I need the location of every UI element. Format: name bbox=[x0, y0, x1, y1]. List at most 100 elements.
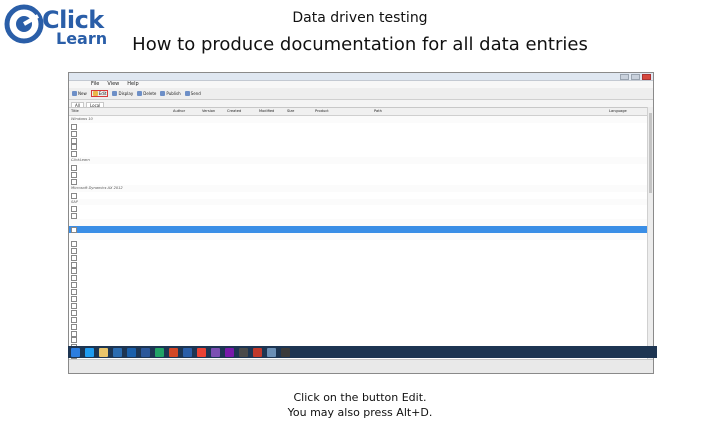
chrome-icon[interactable] bbox=[197, 347, 206, 357]
scrollbar-thumb[interactable] bbox=[649, 113, 652, 193]
table-row[interactable] bbox=[69, 150, 653, 158]
menu-help[interactable]: Help bbox=[127, 81, 138, 88]
powerpoint-icon[interactable] bbox=[169, 347, 178, 357]
new-icon bbox=[72, 91, 77, 96]
word-icon[interactable] bbox=[141, 347, 150, 357]
outlook-icon[interactable] bbox=[127, 347, 136, 357]
table-row[interactable] bbox=[69, 171, 653, 179]
menu-file[interactable]: File bbox=[91, 81, 99, 88]
display-icon bbox=[112, 91, 118, 96]
new-button[interactable]: New bbox=[72, 91, 87, 96]
edit-button-label: Edit bbox=[98, 91, 107, 96]
column-header-version[interactable]: Version bbox=[202, 109, 226, 113]
send-icon bbox=[184, 91, 190, 96]
group-row-label: ClickLearn bbox=[71, 158, 90, 163]
table-row[interactable] bbox=[69, 205, 653, 213]
table-row[interactable] bbox=[69, 137, 653, 144]
send-button[interactable]: Send bbox=[184, 91, 201, 96]
group-row[interactable] bbox=[69, 233, 653, 240]
group-row[interactable]: SAP bbox=[69, 198, 653, 206]
clicklearn-logo-icon bbox=[4, 4, 44, 44]
logo-word-learn: Learn bbox=[56, 29, 108, 48]
vertical-scrollbar[interactable] bbox=[647, 107, 653, 360]
slide-caption: Click on the button Edit. You may also p… bbox=[210, 390, 510, 420]
visual-studio-icon[interactable] bbox=[211, 347, 220, 357]
table-row[interactable] bbox=[69, 302, 653, 309]
group-row[interactable]: Windows 10 bbox=[69, 115, 653, 123]
start-icon[interactable] bbox=[71, 347, 80, 357]
table-row[interactable] bbox=[69, 164, 653, 172]
table-row[interactable] bbox=[69, 330, 653, 337]
column-header-author[interactable]: Author bbox=[173, 109, 201, 113]
clicklearn-icon[interactable] bbox=[183, 347, 192, 357]
menu-view[interactable]: View bbox=[107, 81, 119, 88]
table-row[interactable] bbox=[69, 309, 653, 316]
table-row[interactable] bbox=[69, 178, 653, 185]
media-icon[interactable] bbox=[113, 347, 122, 357]
close-button[interactable] bbox=[642, 74, 651, 80]
delete-button[interactable]: Delete bbox=[137, 91, 156, 96]
send-button-label: Send bbox=[190, 91, 201, 96]
group-row-label: SAP bbox=[71, 199, 78, 204]
group-row-label: Windows 10 bbox=[71, 116, 93, 121]
document-grid: Title Author Version Created Modified Si… bbox=[69, 107, 653, 373]
table-row[interactable] bbox=[69, 123, 653, 130]
table-row[interactable] bbox=[69, 240, 653, 247]
table-row[interactable] bbox=[69, 274, 653, 282]
table-row[interactable] bbox=[69, 288, 653, 296]
table-row[interactable] bbox=[69, 261, 653, 268]
slide-title: Data driven testing bbox=[292, 10, 428, 26]
table-row[interactable] bbox=[69, 212, 653, 220]
column-header-language[interactable]: Language bbox=[609, 109, 647, 113]
table-row[interactable] bbox=[69, 192, 653, 199]
publish-button[interactable]: Publish bbox=[160, 91, 181, 96]
calculator-icon[interactable] bbox=[281, 347, 290, 357]
delete-button-label: Delete bbox=[143, 91, 157, 96]
explorer-icon[interactable] bbox=[99, 347, 108, 357]
edit-button[interactable]: Edit bbox=[90, 90, 109, 97]
caption-line-2: You may also press Alt+D. bbox=[287, 406, 433, 419]
table-row[interactable] bbox=[69, 323, 653, 330]
table-row[interactable] bbox=[69, 247, 653, 254]
grid-rows: Windows 10 ClickLearn Microsoft Dynamics A… bbox=[69, 115, 653, 373]
ie-icon[interactable] bbox=[85, 347, 94, 357]
table-row[interactable] bbox=[69, 295, 653, 303]
onenote-icon[interactable] bbox=[225, 347, 234, 357]
minimize-button[interactable] bbox=[620, 74, 629, 80]
notepad-icon[interactable] bbox=[267, 347, 276, 357]
application-window: File View Help New Edit Display Delete P… bbox=[68, 72, 654, 374]
group-row[interactable] bbox=[69, 219, 653, 227]
column-header-modified[interactable]: Modified bbox=[259, 109, 287, 113]
group-row[interactable]: ClickLearn bbox=[69, 157, 653, 165]
caption-line-1: Click on the button Edit. bbox=[293, 391, 427, 404]
window-controls bbox=[620, 74, 651, 80]
column-header-path[interactable]: Path bbox=[374, 109, 604, 113]
column-header-size[interactable]: Size bbox=[287, 109, 313, 113]
table-row[interactable] bbox=[69, 336, 653, 344]
maximize-button[interactable] bbox=[631, 74, 640, 80]
selected-table-row[interactable] bbox=[69, 226, 653, 234]
group-row[interactable]: Microsoft Dynamics AX 2012 bbox=[69, 184, 653, 192]
status-bar bbox=[69, 359, 653, 373]
paint-icon[interactable] bbox=[253, 347, 262, 357]
display-button-label: Display bbox=[118, 91, 134, 96]
column-header-created[interactable]: Created bbox=[227, 109, 257, 113]
edit-icon bbox=[92, 91, 98, 96]
excel-icon[interactable] bbox=[155, 347, 164, 357]
group-row-label: Microsoft Dynamics AX 2012 bbox=[71, 185, 123, 190]
column-header-product[interactable]: Product bbox=[315, 109, 343, 113]
table-row[interactable] bbox=[69, 254, 653, 261]
column-header-title[interactable]: Title bbox=[71, 109, 167, 113]
table-row[interactable] bbox=[69, 281, 653, 289]
table-row[interactable] bbox=[69, 267, 653, 275]
toolbar: New Edit Display Delete Publish Send bbox=[69, 88, 653, 100]
windows-taskbar bbox=[68, 346, 657, 358]
table-row[interactable] bbox=[69, 316, 653, 323]
grid-header: Title Author Version Created Modified Si… bbox=[69, 108, 653, 116]
table-row[interactable] bbox=[69, 143, 653, 151]
publish-button-label: Publish bbox=[166, 91, 181, 96]
table-row[interactable] bbox=[69, 130, 653, 137]
display-button[interactable]: Display bbox=[112, 91, 133, 96]
sql-icon[interactable] bbox=[239, 347, 248, 357]
clicklearn-logo: Click Learn bbox=[4, 4, 108, 48]
